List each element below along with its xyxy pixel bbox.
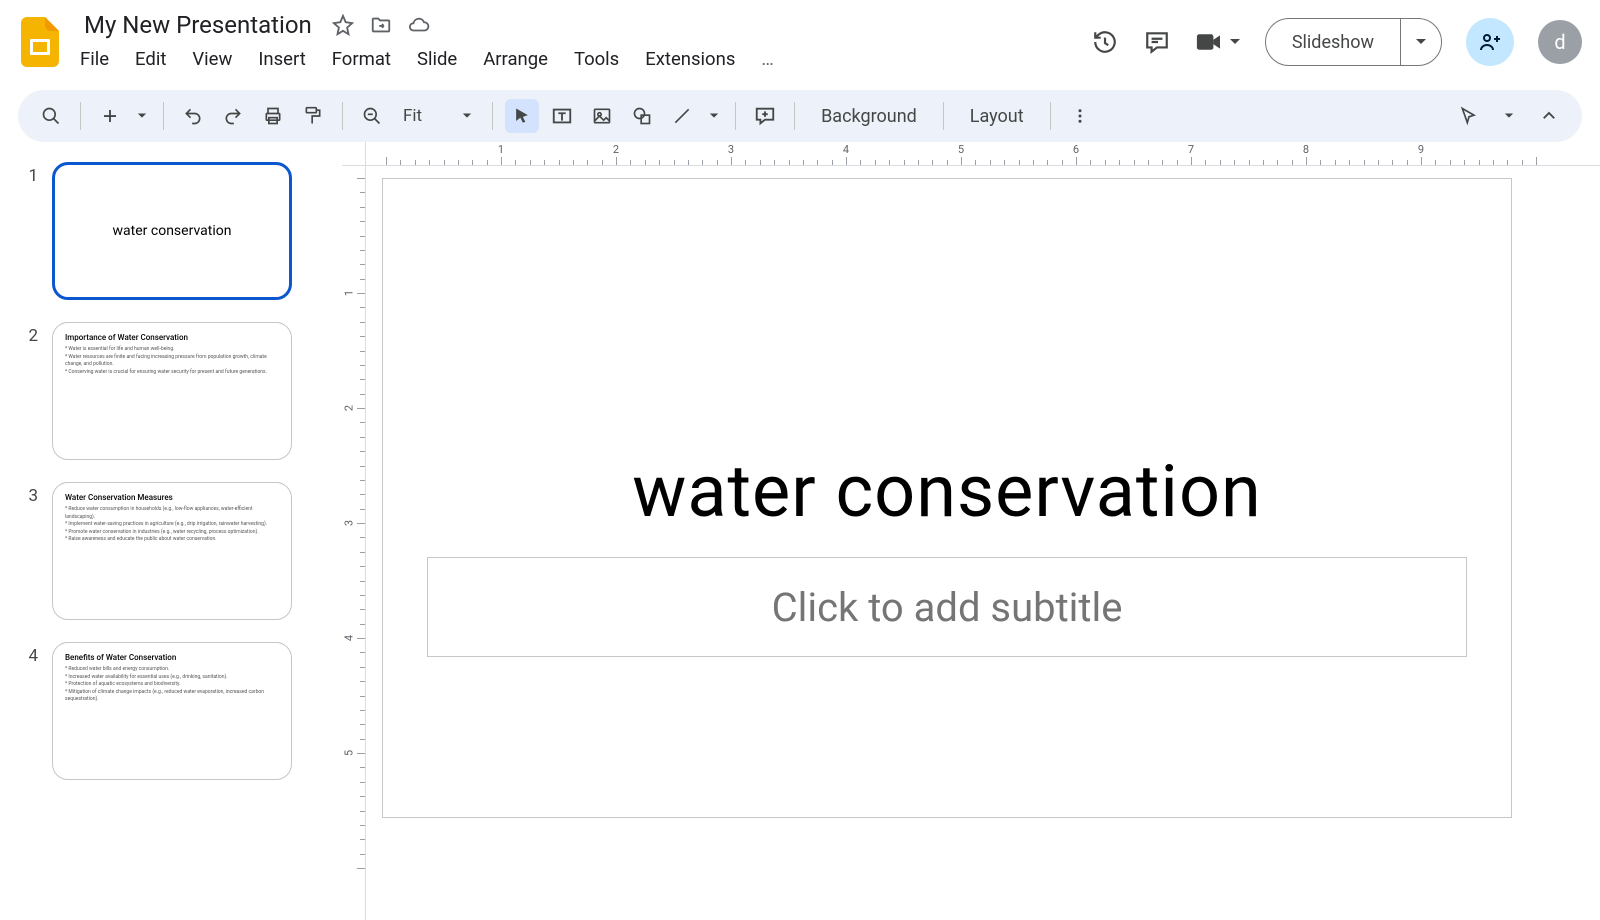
- menu-arrange[interactable]: Arrange: [483, 48, 548, 70]
- zoom-out-icon[interactable]: [355, 99, 389, 133]
- thumbnail-bullet: * Raise awareness and educate the public…: [65, 536, 279, 544]
- cursor-mode-icon[interactable]: [1452, 99, 1486, 133]
- menu-tools[interactable]: Tools: [574, 48, 619, 70]
- workspace: 1 water conservation 2 Importance of Wat…: [0, 142, 1600, 920]
- present-camera-icon[interactable]: [1195, 28, 1223, 56]
- star-icon[interactable]: [332, 14, 354, 36]
- thumbnail-number: 4: [22, 642, 38, 666]
- header-actions: Slideshow d: [1091, 8, 1582, 66]
- thumbnail-slide-1[interactable]: water conservation: [52, 162, 292, 300]
- thumbnail-bullet: * Promote water conservation in industri…: [65, 529, 279, 537]
- slide-subtitle-placeholder: Click to add subtitle: [772, 584, 1123, 631]
- slideshow-dropdown[interactable]: [1401, 19, 1441, 65]
- menu-bar: File Edit View Insert Format Slide Arran…: [80, 42, 774, 70]
- ruler-corner: [342, 142, 366, 166]
- menu-insert[interactable]: Insert: [258, 48, 305, 70]
- thumbnail-row: 4 Benefits of Water Conservation * Reduc…: [22, 642, 298, 780]
- chevron-down-icon[interactable]: [1229, 36, 1241, 48]
- layout-button[interactable]: Layout: [956, 106, 1038, 127]
- document-title[interactable]: My New Presentation: [80, 9, 316, 41]
- add-comment-icon[interactable]: [748, 99, 782, 133]
- menu-view[interactable]: View: [192, 48, 232, 70]
- move-folder-icon[interactable]: [370, 14, 392, 36]
- redo-icon[interactable]: [216, 99, 250, 133]
- textbox-icon[interactable]: [545, 99, 579, 133]
- menu-file[interactable]: File: [80, 48, 109, 70]
- thumbnail-bullet: * Increased water availability for essen…: [65, 674, 279, 682]
- thumbnail-number: 3: [22, 482, 38, 506]
- new-slide-icon[interactable]: [93, 99, 127, 133]
- menu-edit[interactable]: Edit: [135, 48, 166, 70]
- slide-subtitle-box[interactable]: Click to add subtitle: [427, 557, 1467, 657]
- paint-format-icon[interactable]: [296, 99, 330, 133]
- thumbnail-heading: Importance of Water Conservation: [65, 333, 279, 342]
- thumbnail-bullet: * Water is essential for life and human …: [65, 346, 279, 354]
- menu-extensions[interactable]: Extensions: [645, 48, 735, 70]
- thumbnail-bullet: * Protection of aquatic ecosystems and b…: [65, 681, 279, 689]
- thumbnail-heading: Water Conservation Measures: [65, 493, 279, 502]
- thumbnail-number: 1: [22, 162, 38, 186]
- title-area: My New Presentation File Edit View Inser…: [80, 8, 774, 70]
- image-icon[interactable]: [585, 99, 619, 133]
- zoom-dropdown[interactable]: Fit: [395, 106, 480, 126]
- ruler-horizontal[interactable]: 123456789: [366, 142, 1600, 166]
- menu-overflow[interactable]: …: [761, 48, 773, 70]
- line-dropdown-icon[interactable]: [705, 99, 723, 133]
- thumbnail-bullet: * Water resources are finite and facing …: [65, 354, 279, 369]
- line-icon[interactable]: [665, 99, 699, 133]
- toolbar: Fit Background Layout: [18, 90, 1582, 142]
- background-button[interactable]: Background: [807, 106, 931, 127]
- slideshow-button[interactable]: Slideshow: [1266, 19, 1401, 65]
- thumbnail-row: 3 Water Conservation Measures * Reduce w…: [22, 482, 298, 620]
- hide-menus-icon[interactable]: [1532, 99, 1566, 133]
- more-options-icon[interactable]: [1063, 99, 1097, 133]
- comment-icon[interactable]: [1143, 28, 1171, 56]
- shape-icon[interactable]: [625, 99, 659, 133]
- slide-canvas[interactable]: water conservation Click to add subtitle: [382, 178, 1512, 818]
- header: My New Presentation File Edit View Inser…: [0, 0, 1600, 86]
- menu-slide[interactable]: Slide: [417, 48, 457, 70]
- thumbnail-title: water conservation: [113, 223, 232, 239]
- ruler-vertical[interactable]: 12345: [342, 166, 366, 920]
- thumbnail-bullet: * Implement water-saving practices in ag…: [65, 521, 279, 529]
- thumbnail-bullet: * Conserving water is crucial for ensuri…: [65, 369, 279, 377]
- thumbnail-number: 2: [22, 322, 38, 346]
- cloud-saved-icon[interactable]: [408, 14, 430, 36]
- share-button[interactable]: [1466, 18, 1514, 66]
- thumbnail-row: 1 water conservation: [22, 162, 298, 300]
- canvas-area: 123456789 12345 water conservation Click…: [318, 142, 1600, 920]
- thumbnail-bullet: * Reduced water bills and energy consump…: [65, 666, 279, 674]
- thumbnail-heading: Benefits of Water Conservation: [65, 653, 279, 662]
- select-tool-icon[interactable]: [505, 99, 539, 133]
- thumbnail-slide-2[interactable]: Importance of Water Conservation * Water…: [52, 322, 292, 460]
- slide-title-text[interactable]: water conservation: [383, 449, 1511, 534]
- slideshow-pill: Slideshow: [1265, 18, 1442, 66]
- print-icon[interactable]: [256, 99, 290, 133]
- zoom-value: Fit: [403, 106, 422, 126]
- search-menu-icon[interactable]: [34, 99, 68, 133]
- thumbnail-slide-4[interactable]: Benefits of Water Conservation * Reduced…: [52, 642, 292, 780]
- undo-icon[interactable]: [176, 99, 210, 133]
- history-icon[interactable]: [1091, 28, 1119, 56]
- cursor-mode-dropdown-icon[interactable]: [1500, 99, 1518, 133]
- account-avatar[interactable]: d: [1538, 20, 1582, 64]
- thumbnail-bullet: * Mitigation of climate change impacts (…: [65, 689, 279, 704]
- filmstrip[interactable]: 1 water conservation 2 Importance of Wat…: [0, 142, 318, 920]
- menu-format[interactable]: Format: [332, 48, 391, 70]
- thumbnail-bullet: * Reduce water consumption in households…: [65, 506, 279, 521]
- thumbnail-slide-3[interactable]: Water Conservation Measures * Reduce wat…: [52, 482, 292, 620]
- thumbnail-row: 2 Importance of Water Conservation * Wat…: [22, 322, 298, 460]
- new-slide-dropdown-icon[interactable]: [133, 99, 151, 133]
- slides-logo[interactable]: [18, 12, 62, 72]
